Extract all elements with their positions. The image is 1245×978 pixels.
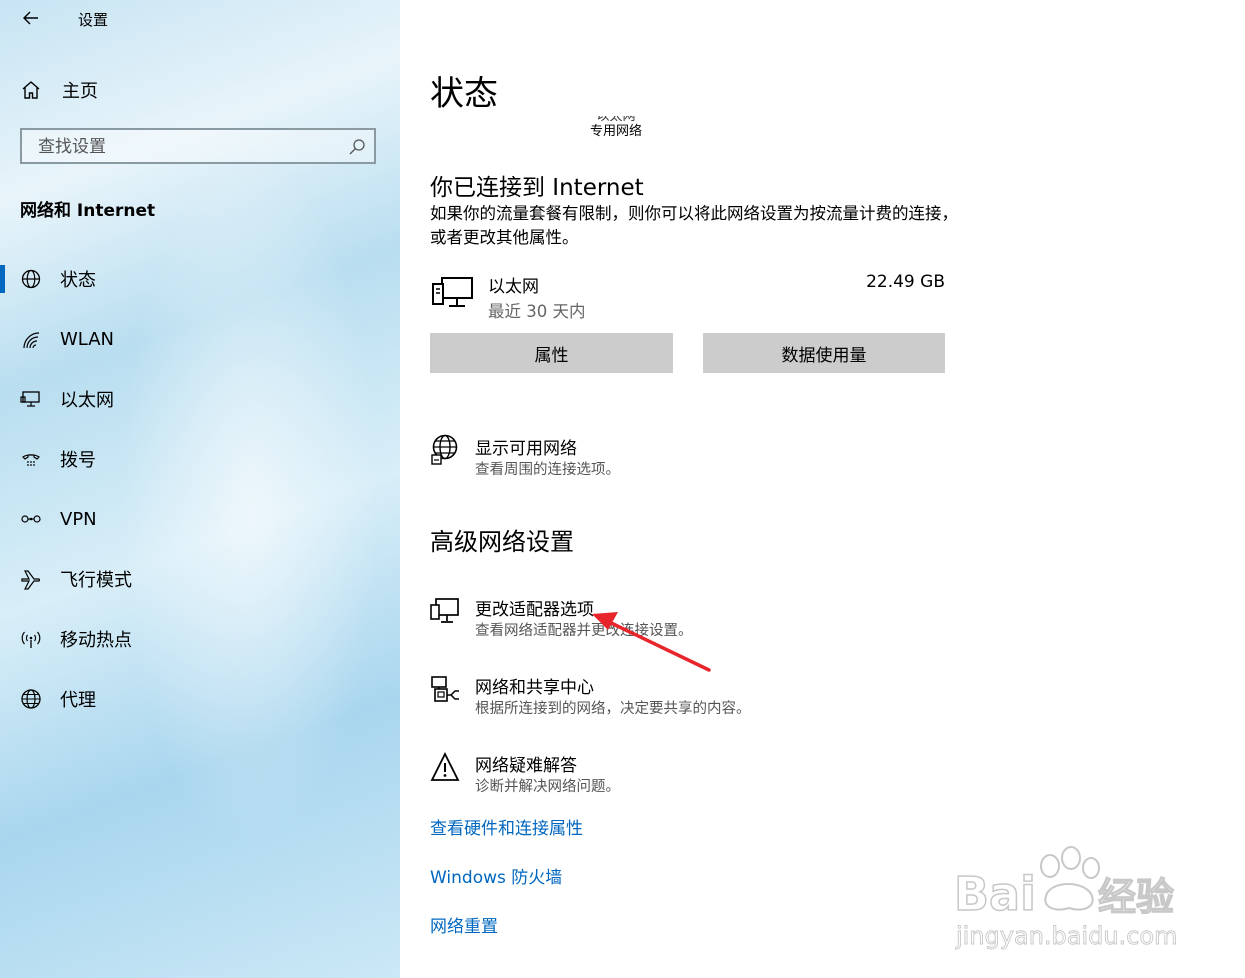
advanced-settings-title: 高级网络设置 <box>430 528 574 556</box>
sidebar-item-home[interactable]: 主页 <box>20 78 98 102</box>
ethernet-icon <box>20 388 42 410</box>
sidebar-item-label: 代理 <box>60 690 96 711</box>
network-reset-link[interactable]: 网络重置 <box>430 912 498 937</box>
sidebar-item-wlan[interactable]: WLAN <box>0 319 400 359</box>
globe-status-icon <box>20 268 42 290</box>
network-diagram-caption: 以太网 专用网络 <box>586 116 646 140</box>
sidebar-item-hotspot[interactable]: 移动热点 <box>0 619 400 659</box>
warning-icon <box>430 751 460 783</box>
hotspot-icon <box>20 628 42 650</box>
svg-text:jingyan.baidu.com: jingyan.baidu.com <box>955 922 1177 950</box>
sidebar-item-airplane[interactable]: 飞行模式 <box>0 559 400 599</box>
connection-status-desc: 如果你的流量套餐有限制，则你可以将此网络设置为按流量计费的连接，或者更改其他属性… <box>430 204 958 247</box>
properties-button[interactable]: 属性 <box>430 333 673 373</box>
page-title: 状态 <box>430 74 498 114</box>
search-box[interactable] <box>20 128 376 164</box>
globe-icon <box>20 688 42 710</box>
sidebar-item-label: WLAN <box>60 328 115 350</box>
sidebar-item-label: 移动热点 <box>60 630 132 651</box>
app-title: 设置 <box>78 11 109 29</box>
sidebar-item-label: 拨号 <box>60 450 96 471</box>
hardware-properties-link[interactable]: 查看硬件和连接属性 <box>430 814 583 839</box>
svg-text:经验: 经验 <box>1098 875 1174 919</box>
adapter-icon <box>430 595 460 627</box>
vpn-icon <box>20 508 42 530</box>
sidebar-item-label: 状态 <box>60 270 96 291</box>
sidebar-item-dialup[interactable]: 拨号 <box>0 439 400 479</box>
search-input[interactable] <box>36 136 340 158</box>
change-adapter-options[interactable]: 更改适配器选项 查看网络适配器并更改连接设置。 <box>430 595 950 643</box>
sidebar-item-ethernet[interactable]: 以太网 <box>0 379 400 419</box>
sidebar-item-vpn[interactable]: VPN <box>0 499 400 539</box>
ethernet-usage: 22.49 GB <box>866 272 945 292</box>
back-arrow-icon[interactable] <box>20 6 44 30</box>
sidebar-item-proxy[interactable]: 代理 <box>0 679 400 719</box>
ethernet-name: 以太网 <box>488 277 539 297</box>
sidebar-item-status[interactable]: 状态 <box>0 259 400 299</box>
option-desc: 诊断并解决网络问题。 <box>475 779 620 795</box>
network-diagram-label-cut: 以太网 <box>596 116 636 124</box>
sidebar-section-title: 网络和 Internet <box>20 201 156 221</box>
wifi-icon <box>20 328 42 350</box>
show-available-networks[interactable]: 显示可用网络 查看周围的连接选项。 <box>430 434 950 482</box>
airplane-icon <box>20 568 42 590</box>
home-icon <box>20 79 42 101</box>
sidebar-home-label: 主页 <box>62 81 98 102</box>
baidu-logo-icon: Bai 经验 jingyan.baidu.com <box>953 846 1178 950</box>
network-sharing-center[interactable]: 网络和共享中心 根据所连接到的网络，决定要共享的内容。 <box>430 673 950 721</box>
sidebar: 设置 主页 网络和 Internet 状态 WLAN 以太网 <box>0 0 400 978</box>
windows-firewall-link[interactable]: Windows 防火墙 <box>430 863 562 888</box>
option-title: 更改适配器选项 <box>475 600 594 620</box>
network-diagram-label: 专用网络 <box>589 124 642 139</box>
svg-text:Bai: Bai <box>954 867 1036 921</box>
watermark: Bai 经验 jingyan.baidu.com <box>950 838 1190 958</box>
ethernet-pc-icon <box>430 274 476 314</box>
option-desc: 查看周围的连接选项。 <box>475 462 620 478</box>
sidebar-item-label: 以太网 <box>60 390 114 411</box>
main-content: 状态 以太网 专用网络 你已连接到 Internet 如果你的流量套餐有限制，则… <box>400 0 1245 978</box>
option-title: 网络疑难解答 <box>475 756 577 776</box>
data-usage-button[interactable]: 数据使用量 <box>703 333 945 373</box>
globe-network-icon <box>430 434 460 466</box>
network-troubleshooter[interactable]: 网络疑难解答 诊断并解决网络问题。 <box>430 751 950 799</box>
ethernet-usage-row: 以太网 最近 30 天内 22.49 GB <box>430 270 945 326</box>
connection-status-title: 你已连接到 Internet <box>430 175 644 201</box>
option-title: 显示可用网络 <box>475 439 577 459</box>
search-icon[interactable] <box>348 138 366 156</box>
sharing-center-icon <box>430 673 460 705</box>
sidebar-item-label: VPN <box>60 508 97 530</box>
option-desc: 查看网络适配器并更改连接设置。 <box>475 623 693 639</box>
option-desc: 根据所连接到的网络，决定要共享的内容。 <box>475 701 751 717</box>
dialup-icon <box>20 448 42 470</box>
ethernet-period: 最近 30 天内 <box>488 302 586 321</box>
sidebar-item-label: 飞行模式 <box>60 570 132 591</box>
option-title: 网络和共享中心 <box>475 678 594 698</box>
